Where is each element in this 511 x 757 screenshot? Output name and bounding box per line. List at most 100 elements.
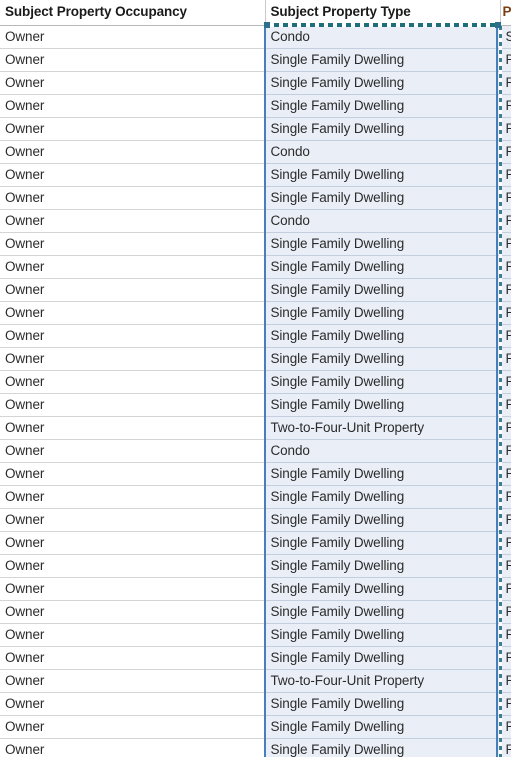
cell-occupancy[interactable]: Owner — [0, 209, 266, 233]
cell-property-type[interactable]: Condo — [265, 25, 501, 49]
cell-occupancy[interactable]: Owner — [0, 393, 266, 417]
spreadsheet-grid[interactable]: Subject Property Occupancy Subject Prope… — [0, 0, 511, 757]
cell-clipped[interactable]: R — [500, 347, 511, 371]
table-row[interactable]: OwnerSingle Family DwellingR — [0, 692, 511, 716]
table-row[interactable]: OwnerSingle Family DwellingP — [0, 71, 511, 95]
table-row[interactable]: OwnerSingle Family DwellingR — [0, 347, 511, 371]
cell-property-type[interactable]: Single Family Dwelling — [265, 577, 501, 601]
cell-clipped[interactable]: P — [500, 669, 511, 693]
table-row[interactable]: OwnerSingle Family DwellingP — [0, 117, 511, 141]
table-row[interactable]: OwnerCondoR — [0, 140, 511, 164]
table-row[interactable]: OwnerSingle Family DwellingP — [0, 715, 511, 739]
cell-clipped[interactable]: R — [500, 623, 511, 647]
table-row[interactable]: OwnerSingle Family DwellingP — [0, 232, 511, 256]
table-row[interactable]: OwnerSingle Family DwellingP — [0, 324, 511, 348]
cell-occupancy[interactable]: Owner — [0, 600, 266, 624]
cell-property-type[interactable]: Single Family Dwelling — [265, 278, 501, 302]
column-header-subject-property-type[interactable]: Subject Property Type — [265, 0, 501, 26]
table-row[interactable]: OwnerSingle Family DwellingR — [0, 554, 511, 578]
cell-clipped[interactable]: P — [500, 738, 511, 757]
table-row[interactable]: OwnerTwo-to-Four-Unit PropertyP — [0, 669, 511, 693]
cell-clipped[interactable]: P — [500, 324, 511, 348]
cell-clipped[interactable]: P — [500, 531, 511, 555]
cell-clipped[interactable]: P — [500, 301, 511, 325]
cell-property-type[interactable]: Single Family Dwelling — [265, 462, 501, 486]
cell-occupancy[interactable]: Owner — [0, 692, 266, 716]
cell-property-type[interactable]: Condo — [265, 140, 501, 164]
cell-clipped[interactable]: P — [500, 48, 511, 72]
cell-clipped[interactable]: P — [500, 393, 511, 417]
cell-occupancy[interactable]: Owner — [0, 324, 266, 348]
cell-property-type[interactable]: Single Family Dwelling — [265, 554, 501, 578]
table-row[interactable]: OwnerSingle Family DwellingP — [0, 186, 511, 210]
cell-occupancy[interactable]: Owner — [0, 715, 266, 739]
cell-clipped[interactable]: P — [500, 577, 511, 601]
cell-occupancy[interactable]: Owner — [0, 25, 266, 49]
table-row[interactable]: OwnerSingle Family DwellingP — [0, 393, 511, 417]
cell-occupancy[interactable]: Owner — [0, 738, 266, 757]
cell-property-type[interactable]: Single Family Dwelling — [265, 94, 501, 118]
column-header-subject-property-occupancy[interactable]: Subject Property Occupancy — [0, 0, 266, 26]
cell-property-type[interactable]: Single Family Dwelling — [265, 600, 501, 624]
table-row[interactable]: OwnerCondoS — [0, 25, 511, 49]
cell-clipped[interactable]: P — [500, 232, 511, 256]
cell-clipped[interactable]: P — [500, 163, 511, 187]
cell-property-type[interactable]: Single Family Dwelling — [265, 255, 501, 279]
cell-clipped[interactable]: P — [500, 71, 511, 95]
cell-property-type[interactable]: Single Family Dwelling — [265, 623, 501, 647]
table-row[interactable]: OwnerSingle Family DwellingP — [0, 370, 511, 394]
table-row[interactable]: OwnerCondoP — [0, 439, 511, 463]
table-row[interactable]: OwnerSingle Family DwellingP — [0, 48, 511, 72]
cell-occupancy[interactable]: Owner — [0, 140, 266, 164]
table-row[interactable]: OwnerSingle Family DwellingP — [0, 255, 511, 279]
cell-clipped[interactable]: P — [500, 600, 511, 624]
cell-property-type[interactable]: Two-to-Four-Unit Property — [265, 416, 501, 440]
table-row[interactable]: OwnerSingle Family DwellingR — [0, 278, 511, 302]
cell-clipped[interactable]: P — [500, 715, 511, 739]
cell-occupancy[interactable]: Owner — [0, 462, 266, 486]
cell-clipped[interactable]: P — [500, 462, 511, 486]
cell-clipped[interactable]: P — [500, 117, 511, 141]
cell-property-type[interactable]: Condo — [265, 439, 501, 463]
cell-property-type[interactable]: Single Family Dwelling — [265, 715, 501, 739]
cell-clipped[interactable]: R — [500, 94, 511, 118]
cell-occupancy[interactable]: Owner — [0, 255, 266, 279]
cell-property-type[interactable]: Single Family Dwelling — [265, 324, 501, 348]
cell-property-type[interactable]: Single Family Dwelling — [265, 531, 501, 555]
cell-occupancy[interactable]: Owner — [0, 186, 266, 210]
cell-clipped[interactable]: P — [500, 439, 511, 463]
cell-property-type[interactable]: Single Family Dwelling — [265, 508, 501, 532]
cell-clipped[interactable]: P — [500, 646, 511, 670]
cell-occupancy[interactable]: Owner — [0, 646, 266, 670]
cell-property-type[interactable]: Single Family Dwelling — [265, 163, 501, 187]
cell-occupancy[interactable]: Owner — [0, 669, 266, 693]
cell-occupancy[interactable]: Owner — [0, 232, 266, 256]
cell-clipped[interactable]: R — [500, 278, 511, 302]
cell-property-type[interactable]: Single Family Dwelling — [265, 347, 501, 371]
cell-occupancy[interactable]: Owner — [0, 439, 266, 463]
cell-property-type[interactable]: Single Family Dwelling — [265, 393, 501, 417]
table-row[interactable]: OwnerSingle Family DwellingP — [0, 646, 511, 670]
cell-occupancy[interactable]: Owner — [0, 508, 266, 532]
cell-property-type[interactable]: Single Family Dwelling — [265, 232, 501, 256]
table-row[interactable]: OwnerSingle Family DwellingP — [0, 531, 511, 555]
cell-property-type[interactable]: Single Family Dwelling — [265, 370, 501, 394]
cell-clipped[interactable]: R — [500, 485, 511, 509]
cell-occupancy[interactable]: Owner — [0, 301, 266, 325]
table-row[interactable]: OwnerSingle Family DwellingP — [0, 301, 511, 325]
cell-property-type[interactable]: Single Family Dwelling — [265, 71, 501, 95]
cell-property-type[interactable]: Single Family Dwelling — [265, 738, 501, 757]
cell-occupancy[interactable]: Owner — [0, 48, 266, 72]
cell-occupancy[interactable]: Owner — [0, 370, 266, 394]
cell-occupancy[interactable]: Owner — [0, 623, 266, 647]
cell-clipped[interactable]: R — [500, 416, 511, 440]
cell-occupancy[interactable]: Owner — [0, 554, 266, 578]
cell-clipped[interactable]: P — [500, 508, 511, 532]
cell-clipped[interactable]: R — [500, 140, 511, 164]
cell-property-type[interactable]: Single Family Dwelling — [265, 48, 501, 72]
cell-property-type[interactable]: Single Family Dwelling — [265, 117, 501, 141]
table-row[interactable]: OwnerSingle Family DwellingP — [0, 462, 511, 486]
table-row[interactable]: OwnerCondoR — [0, 209, 511, 233]
cell-property-type[interactable]: Two-to-Four-Unit Property — [265, 669, 501, 693]
cell-clipped[interactable]: R — [500, 692, 511, 716]
